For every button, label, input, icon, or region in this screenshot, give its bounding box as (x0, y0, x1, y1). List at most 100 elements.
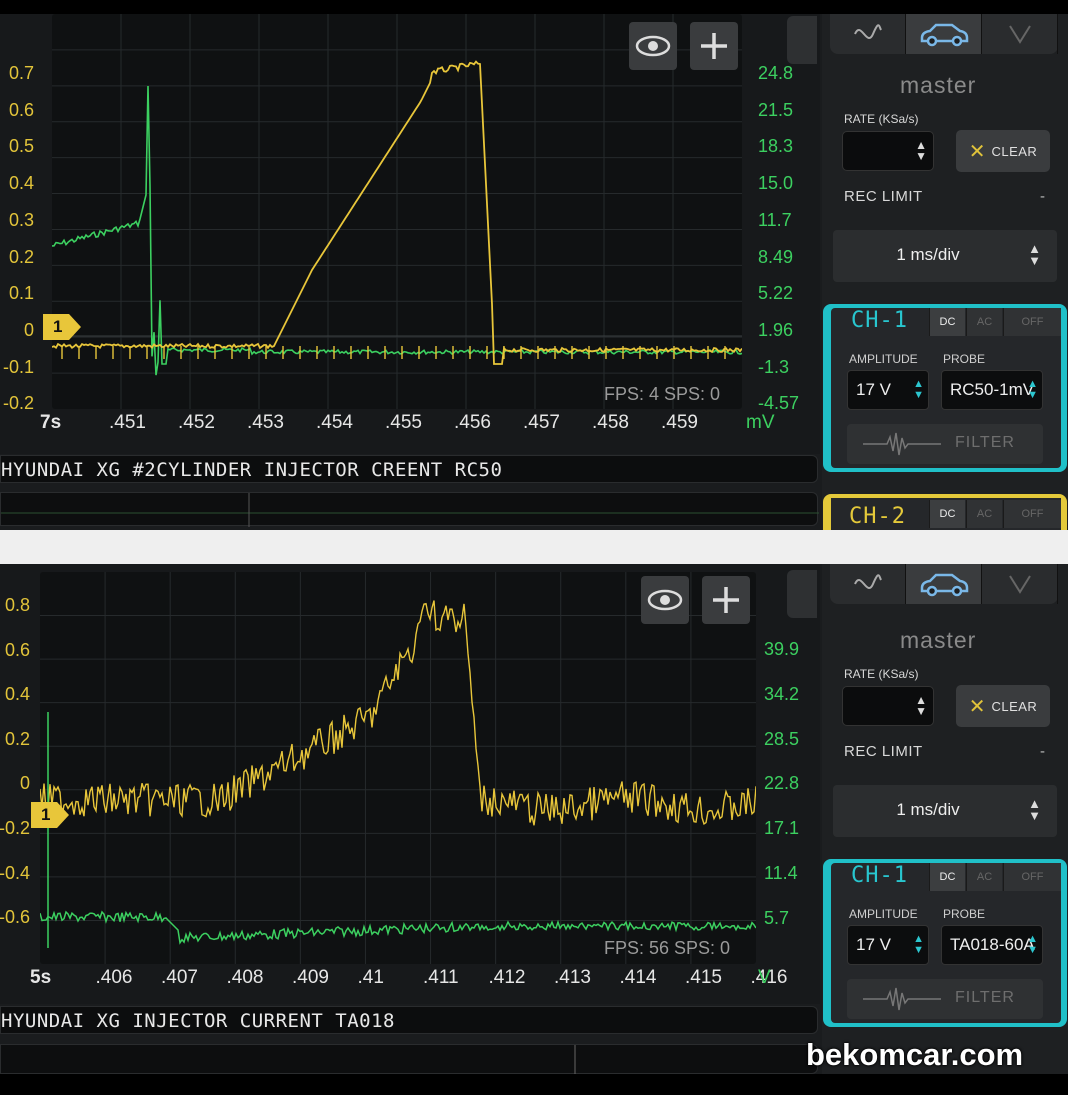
plot-area[interactable] (39, 572, 757, 964)
scope-display[interactable]: 0.8 0.6 0.4 0.2 0 -0.2 -0.4 -0.6 39.9 34.2 28.5 22… (0, 564, 820, 1004)
y-tick-right: 39.9 (764, 639, 800, 659)
filter-button[interactable]: FILTER (847, 979, 1043, 1019)
channel-1-marker[interactable]: 1 (43, 314, 81, 340)
master-label: master (900, 627, 977, 653)
filter-button[interactable]: FILTER (847, 424, 1043, 464)
clear-button[interactable]: ✕ CLEAR (956, 685, 1050, 727)
y-tick-left: 0.2 (4, 728, 30, 749)
add-button[interactable] (702, 576, 750, 624)
y-tick-right: 34.2 (764, 683, 800, 704)
channel-1-label[interactable]: CH-1 (851, 863, 908, 888)
eye-button[interactable] (629, 22, 677, 70)
voltage-mode-tab[interactable] (982, 564, 1058, 604)
probe-select[interactable]: TA018-60A ▲ ▼ (941, 925, 1043, 965)
v-icon (1008, 25, 1031, 44)
y-tick-left: 0.4 (4, 684, 30, 705)
scope-display[interactable]: 0.7 0.6 0.5 0.4 0.3 0.2 0.1 0 -0.1 -0.2 24.8 21.5 1… (0, 14, 820, 454)
clear-button[interactable]: ✕ CLEAR (956, 130, 1050, 172)
fps-readout: FPS: 4 SPS: 0 (604, 384, 721, 404)
x-tick-label: .456 (454, 412, 491, 433)
y-tick-right: 11.7 (758, 209, 792, 230)
y-tick-left: -0.6 (0, 907, 30, 928)
waveform-canvas (51, 14, 743, 409)
timeline-strip[interactable] (0, 1044, 818, 1074)
y-tick-right: 22.8 (764, 773, 800, 794)
amplitude-label: AMPLITUDE (849, 352, 918, 366)
coupling-ac[interactable]: AC (966, 308, 1002, 336)
oscilloscope-panel-top: 0.7 0.6 0.5 0.4 0.3 0.2 0.1 0 -0.1 -0.2 24.8 21.5 1… (0, 14, 1068, 530)
amplitude-select[interactable]: 17 V ▲ ▼ (847, 925, 929, 965)
x-tick-label: .409 (292, 967, 329, 988)
ch2-coupling-dc[interactable]: DC (929, 500, 965, 528)
time-div-select[interactable]: 1 ms/div ▲ ▼ (833, 230, 1057, 282)
plus-icon (713, 587, 739, 613)
sidebar-grip-handle[interactable] (787, 16, 817, 64)
eye-button[interactable] (641, 576, 689, 624)
x-icon: ✕ (968, 140, 986, 163)
channel-1-marker[interactable]: 1 (31, 802, 69, 828)
voltage-mode-tab[interactable] (982, 14, 1058, 54)
amplitude-label: AMPLITUDE (849, 907, 918, 921)
y-tick-right: 21.5 (758, 99, 794, 120)
filter-wave-icon (863, 432, 941, 456)
rate-input[interactable]: ▲ ▼ (842, 131, 934, 171)
wave-mode-tab[interactable] (830, 564, 906, 604)
channel-1-box: CH-1 DC AC OFF AMPLITUDE PROBE 17 V ▲ ▼ RC… (823, 304, 1067, 472)
trace-caption[interactable]: HYUNDAI XG INJECTOR CURRENT TA018 (0, 1006, 818, 1034)
rec-limit-label: REC LIMIT (844, 743, 923, 760)
y-tick-right: 24.8 (758, 63, 794, 83)
trace-caption[interactable]: HYUNDAI XG #2CYLINDER INJECTOR CREENT RC… (0, 455, 818, 483)
stepper-icon: ▲ ▼ (1027, 933, 1038, 956)
x-tick-label: .412 (488, 967, 526, 988)
coupling-ac[interactable]: AC (966, 863, 1002, 891)
y-tick-left: 0.3 (8, 209, 34, 230)
time-div-select[interactable]: 1 ms/div ▲ ▼ (833, 785, 1057, 837)
x-tick-label: 7s (40, 412, 62, 433)
y-tick-right: 17.1 (764, 818, 800, 839)
trace-caption-text: HYUNDAI XG INJECTOR CURRENT TA018 (1, 1010, 395, 1032)
rec-limit-value: - (1040, 743, 1045, 760)
mode-bar (830, 564, 1058, 604)
x-tick-label: .413 (554, 967, 591, 988)
fps-readout: FPS: 56 SPS: 0 (604, 938, 731, 958)
ch2-coupling-ac[interactable]: AC (966, 500, 1002, 528)
wave-mode-tab[interactable] (830, 14, 906, 54)
channel-1-label[interactable]: CH-1 (851, 308, 908, 333)
x-tick-label: .406 (95, 967, 133, 988)
car-mode-tab[interactable] (906, 14, 982, 54)
x-tick-label: .411 (423, 967, 459, 988)
channel-1-trace (39, 600, 757, 826)
x-unit-label: mV (746, 412, 775, 433)
add-button[interactable] (690, 22, 738, 70)
y-tick-right: 1.96 (758, 319, 794, 340)
car-icon (920, 23, 968, 47)
amplitude-select[interactable]: 17 V ▲ ▼ (847, 370, 929, 410)
channel-1-box: CH-1 DC AC OFF AMPLITUDE PROBE 17 V ▲ ▼ TA… (823, 859, 1067, 1027)
car-mode-tab[interactable] (906, 564, 982, 604)
eye-icon (647, 589, 683, 611)
plot-area[interactable] (51, 14, 743, 409)
sidebar-grip-handle[interactable] (787, 570, 817, 618)
y-tick-right: 8.49 (758, 246, 794, 267)
coupling-dc[interactable]: DC (929, 308, 965, 336)
timeline-strip[interactable] (0, 492, 819, 527)
y-tick-left: 0.7 (8, 63, 34, 83)
coupling-dc[interactable]: DC (929, 863, 965, 891)
y-tick-left: -0.2 (0, 818, 30, 838)
y-tick-left: 0.4 (8, 173, 34, 194)
channel-2-box[interactable]: CH-2 DC AC OFF (823, 494, 1067, 530)
y-tick-left: 0.2 (8, 246, 34, 267)
plus-icon (701, 33, 727, 59)
sine-wave-icon (853, 574, 882, 589)
coupling-off[interactable]: OFF (1003, 863, 1061, 891)
eye-icon (635, 35, 671, 57)
probe-select[interactable]: RC50-1mV ▲ ▼ (941, 370, 1043, 410)
y-tick-right: -1.3 (758, 356, 790, 377)
ch2-coupling-off[interactable]: OFF (1003, 500, 1061, 528)
stepper-icon: ▲ ▼ (1028, 796, 1041, 823)
y-tick-left: -0.2 (2, 393, 34, 414)
coupling-off[interactable]: OFF (1003, 308, 1061, 336)
rate-input[interactable]: ▲ ▼ (842, 686, 934, 726)
y-tick-right: 5.7 (764, 907, 790, 928)
y-tick-right: 28.5 (764, 728, 800, 749)
